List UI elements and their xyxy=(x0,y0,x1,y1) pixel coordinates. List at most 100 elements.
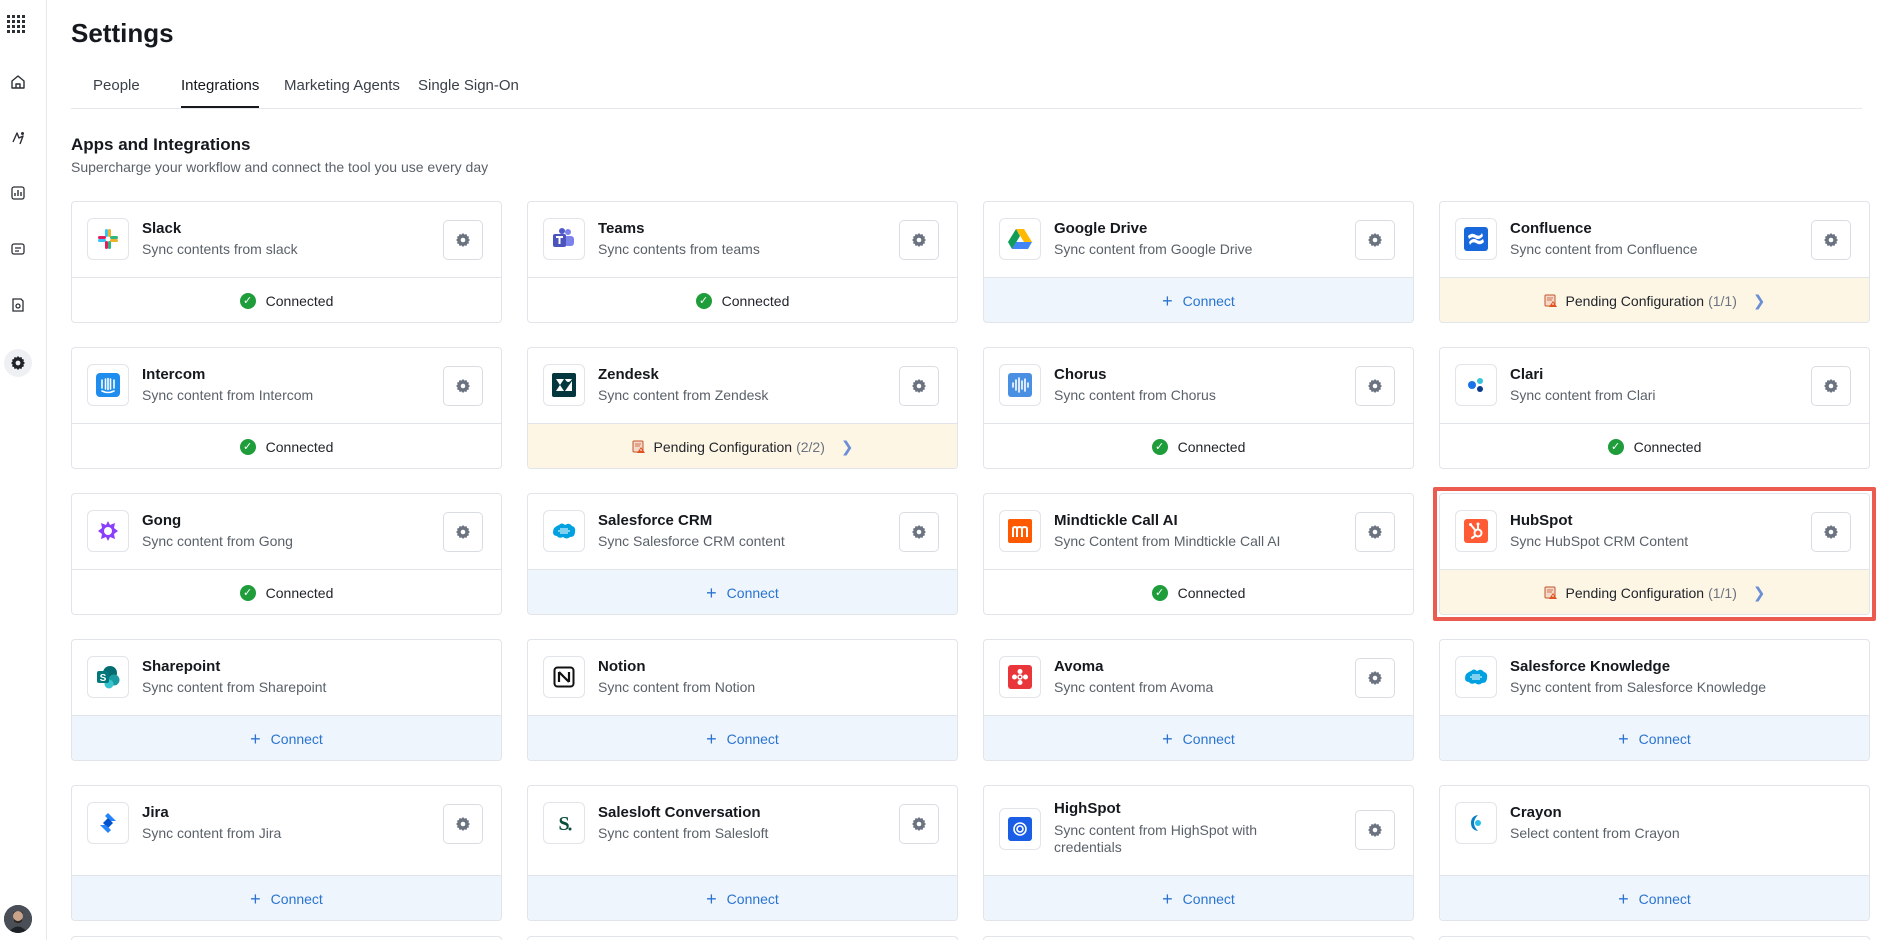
nav-content[interactable] xyxy=(6,237,30,261)
integration-name: HubSpot xyxy=(1510,512,1573,529)
tab-single-sign-on[interactable]: Single Sign-On xyxy=(418,77,519,106)
integration-settings-button[interactable] xyxy=(1811,220,1851,260)
nav-library[interactable] xyxy=(6,293,30,317)
tab-marketing-agents[interactable]: Marketing Agents xyxy=(284,77,400,106)
plus-icon: + xyxy=(706,583,717,603)
integration-settings-button[interactable] xyxy=(443,366,483,406)
card-header: S Sharepoint Sync content from Sharepoint xyxy=(72,640,501,715)
card-header: HubSpot Sync HubSpot CRM Content xyxy=(1440,494,1869,569)
integration-settings-button[interactable] xyxy=(1355,658,1395,698)
svg-text:S: S xyxy=(558,813,569,835)
integration-card-zendesk: Zendesk Sync content from Zendesk Pending … xyxy=(527,347,958,469)
connect-button[interactable]: + Connect xyxy=(528,875,957,920)
integration-settings-button[interactable] xyxy=(899,804,939,844)
card-header: Avoma Sync content from Avoma xyxy=(984,640,1413,715)
salesloft-icon: S xyxy=(543,802,585,844)
pending-configuration-button[interactable]: Pending Configuration (1/1) ❯ xyxy=(1440,569,1869,614)
tab-integrations[interactable]: Integrations xyxy=(181,77,260,108)
integration-description: Sync content from Notion xyxy=(598,679,756,695)
card-header: Salesforce CRM Sync Salesforce CRM conten… xyxy=(528,494,957,569)
connect-button[interactable]: + Connect xyxy=(528,569,957,614)
integration-settings-button[interactable] xyxy=(899,366,939,406)
nav-agent[interactable] xyxy=(6,126,30,150)
connect-button[interactable]: + Connect xyxy=(984,875,1413,920)
card-edge xyxy=(71,936,502,940)
pending-configuration-button[interactable]: Pending Configuration (1/1) ❯ xyxy=(1440,277,1869,322)
card-header: Gong Sync content from Gong xyxy=(72,494,501,569)
pending-warning-icon xyxy=(632,440,645,453)
connected-status: ✓ Connected xyxy=(1440,423,1869,468)
integration-description: Select content from Crayon xyxy=(1510,825,1680,841)
card-header: Slack Sync contents from slack xyxy=(72,202,501,277)
plus-icon: + xyxy=(1162,729,1173,749)
status-label: Connected xyxy=(265,293,334,309)
connect-label: Connect xyxy=(1182,731,1235,747)
integration-settings-button[interactable] xyxy=(443,220,483,260)
salesforce-icon xyxy=(1455,656,1497,698)
gear-icon xyxy=(1824,525,1838,539)
integration-card-clari: Clari Sync content from Clari ✓ Connected xyxy=(1439,347,1870,469)
connect-button[interactable]: + Connect xyxy=(72,875,501,920)
plus-icon: + xyxy=(1618,729,1629,749)
connect-button[interactable]: + Connect xyxy=(72,715,501,760)
integration-description: Sync content from Salesloft xyxy=(598,825,769,841)
integration-card-notion: Notion Sync content from Notion + Connect xyxy=(527,639,958,761)
nav-analytics[interactable] xyxy=(6,181,30,205)
gear-icon xyxy=(456,379,470,393)
integration-settings-button[interactable] xyxy=(1355,366,1395,406)
integration-settings-button[interactable] xyxy=(1811,366,1851,406)
gear-icon xyxy=(912,817,926,831)
google-drive-icon xyxy=(999,218,1041,260)
gear-icon xyxy=(1368,823,1382,837)
integration-settings-button[interactable] xyxy=(1355,220,1395,260)
tab-people[interactable]: People xyxy=(93,77,140,106)
integration-description: Sync content from Zendesk xyxy=(598,387,769,403)
pending-count: (1/1) xyxy=(1708,293,1737,309)
integration-description: Sync Salesforce CRM content xyxy=(598,533,785,549)
connect-label: Connect xyxy=(1638,891,1691,907)
integration-settings-button[interactable] xyxy=(899,512,939,552)
integration-settings-button[interactable] xyxy=(1811,512,1851,552)
avatar[interactable] xyxy=(4,905,32,933)
integration-name: Crayon xyxy=(1510,804,1562,821)
status-label: Connected xyxy=(265,585,334,601)
connect-label: Connect xyxy=(726,891,779,907)
integration-card-google-drive: Google Drive Sync content from Google Dri… xyxy=(983,201,1414,323)
connect-button[interactable]: + Connect xyxy=(528,715,957,760)
integration-card-avoma: Avoma Sync content from Avoma + Connect xyxy=(983,639,1414,761)
integration-description: Sync content from Confluence xyxy=(1510,241,1698,257)
nav-home[interactable] xyxy=(6,70,30,94)
connected-status: ✓ Connected xyxy=(984,423,1413,468)
connect-button[interactable]: + Connect xyxy=(1440,875,1869,920)
connect-label: Connect xyxy=(726,731,779,747)
integration-name: Jira xyxy=(142,804,169,821)
card-header: Notion Sync content from Notion xyxy=(528,640,957,715)
integration-settings-button[interactable] xyxy=(899,220,939,260)
integration-name: Clari xyxy=(1510,366,1544,383)
integration-settings-button[interactable] xyxy=(443,804,483,844)
connect-button[interactable]: + Connect xyxy=(1440,715,1869,760)
integration-name: Chorus xyxy=(1054,366,1107,383)
gear-icon xyxy=(1368,379,1382,393)
slack-icon xyxy=(87,218,129,260)
integration-settings-button[interactable] xyxy=(443,512,483,552)
connect-button[interactable]: + Connect xyxy=(984,715,1413,760)
check-icon: ✓ xyxy=(1607,439,1624,455)
section-title: Apps and Integrations xyxy=(71,135,251,154)
gong-icon xyxy=(87,510,129,552)
status-label: Connected xyxy=(1177,585,1246,601)
connect-button[interactable]: + Connect xyxy=(984,277,1413,322)
app-logo-icon[interactable] xyxy=(6,14,28,36)
integration-name: Slack xyxy=(142,220,182,237)
nav-settings[interactable] xyxy=(4,349,32,377)
user-avatar-icon xyxy=(4,905,32,933)
integration-settings-button[interactable] xyxy=(1355,810,1395,850)
pending-configuration-button[interactable]: Pending Configuration (2/2) ❯ xyxy=(528,423,957,468)
clari-icon xyxy=(1455,364,1497,406)
chorus-icon xyxy=(999,364,1041,406)
connect-label: Connect xyxy=(1638,731,1691,747)
integration-name: Salesforce Knowledge xyxy=(1510,658,1671,675)
hubspot-icon xyxy=(1455,510,1497,552)
integration-settings-button[interactable] xyxy=(1355,512,1395,552)
card-header: HighSpot Sync content from HighSpot with … xyxy=(984,786,1413,875)
